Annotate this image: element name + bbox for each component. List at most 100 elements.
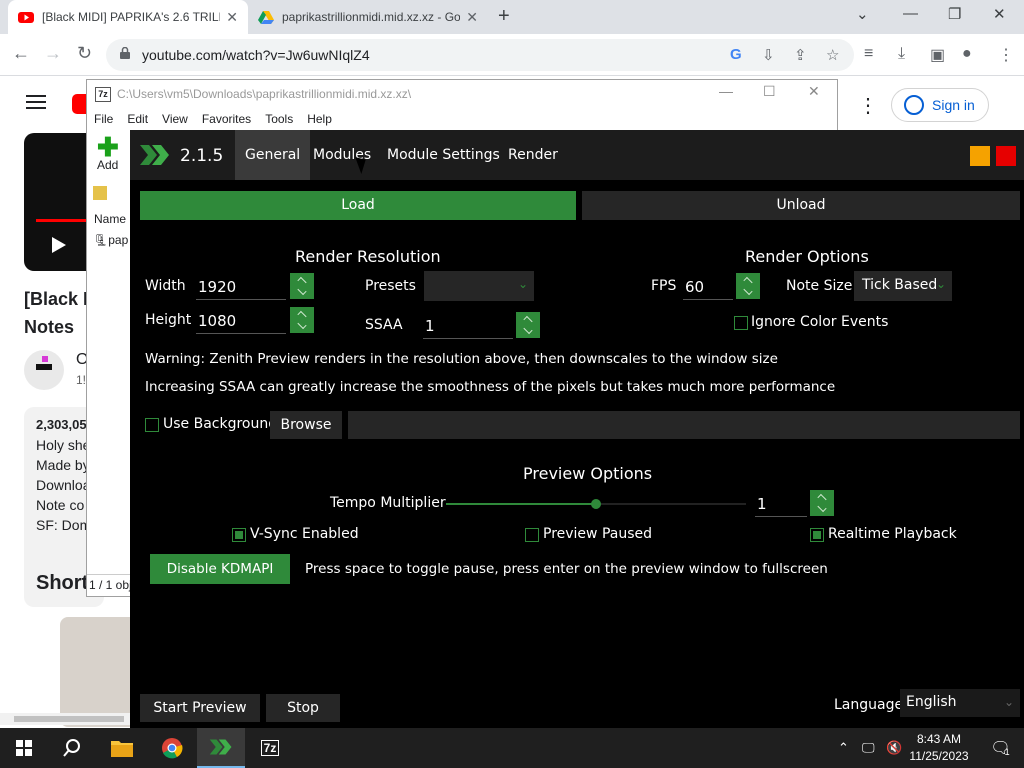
new-tab-icon[interactable]: + — [498, 5, 510, 28]
unload-button[interactable]: Unload — [582, 191, 1020, 220]
horizontal-scrollbar[interactable] — [0, 713, 130, 725]
chevron-up-icon[interactable] — [297, 310, 307, 321]
chevron-up-icon[interactable] — [297, 276, 307, 287]
tempo-stepper[interactable] — [810, 490, 834, 516]
fps-input[interactable]: 60 — [683, 274, 733, 300]
background-path-field[interactable] — [348, 411, 1020, 439]
tab-module-settings[interactable]: Module Settings — [377, 130, 510, 180]
tab-general[interactable]: General — [235, 130, 311, 180]
vsync-label[interactable]: V-Sync Enabled — [250, 526, 359, 542]
language-dropdown[interactable]: English ⌄ — [900, 689, 1020, 717]
folder-up-icon[interactable] — [93, 186, 107, 200]
notification-center-button[interactable]: 🗨 1 — [976, 728, 1024, 768]
scrollbar-thumb[interactable] — [14, 716, 124, 722]
channel-avatar[interactable] — [24, 350, 64, 390]
width-input[interactable]: 1920 — [196, 274, 286, 300]
vsync-checkbox[interactable] — [232, 528, 246, 542]
start-button[interactable] — [0, 728, 48, 768]
browser-tab-drive[interactable]: paprikastrillionmidi.mid.xz.xz - Go ✕ — [248, 0, 488, 34]
close-window-icon[interactable]: ✕ — [993, 5, 1006, 23]
short-thumbnail[interactable] — [60, 617, 130, 727]
height-input[interactable]: 1080 — [196, 308, 286, 334]
chevron-up-icon[interactable] — [743, 276, 753, 287]
close-icon[interactable]: ✕ — [466, 9, 478, 26]
profile-icon[interactable]: ● — [962, 45, 972, 63]
maximize-icon[interactable]: ☐ — [763, 83, 776, 100]
presets-dropdown[interactable]: ⌄ — [424, 271, 534, 301]
more-menu-icon[interactable]: ⋮ — [998, 45, 1014, 65]
add-button[interactable]: ✚ Add — [97, 134, 119, 172]
ssaa-stepper[interactable] — [516, 312, 540, 338]
ssaa-input[interactable]: 1 — [423, 313, 513, 339]
forward-icon[interactable]: → — [44, 43, 62, 64]
realtime-playback-label[interactable]: Realtime Playback — [828, 526, 957, 542]
menu-tools[interactable]: Tools — [258, 110, 300, 130]
tempo-slider-handle[interactable] — [591, 499, 601, 509]
column-header-name[interactable]: Name — [94, 212, 126, 226]
file-row[interactable]: 🗜pap — [93, 233, 128, 247]
chevron-up-icon[interactable]: ⌃ — [838, 740, 849, 756]
sign-in-button[interactable]: Sign in — [891, 88, 989, 122]
more-options-icon[interactable]: ⋮ — [858, 93, 878, 118]
chevron-down-icon[interactable] — [817, 502, 827, 513]
network-icon[interactable]: 🖵 — [862, 740, 875, 756]
reload-icon[interactable]: ↻ — [77, 43, 92, 64]
system-clock[interactable]: 8:43 AM 11/25/2023 — [908, 731, 970, 765]
browse-button[interactable]: Browse — [270, 411, 342, 439]
disable-kdmapi-button[interactable]: Disable KDMAPI — [150, 554, 290, 584]
progress-bar[interactable] — [36, 219, 86, 222]
address-bar[interactable]: youtube.com/watch?v=Jw6uwNIqlZ4 G ⇩ ⇪ ☆ — [106, 39, 854, 71]
back-icon[interactable]: ← — [12, 43, 30, 64]
preview-paused-checkbox[interactable] — [525, 528, 539, 542]
google-lens-icon[interactable]: G — [730, 46, 742, 63]
close-button[interactable] — [996, 146, 1016, 166]
install-icon[interactable]: ⇩ — [762, 46, 775, 64]
start-preview-button[interactable]: Start Preview — [140, 694, 260, 722]
minimize-icon[interactable]: — — [903, 5, 918, 22]
menu-file[interactable]: File — [87, 110, 120, 130]
file-explorer-button[interactable] — [98, 728, 146, 768]
chevron-down-icon[interactable] — [743, 285, 753, 296]
zenith-taskbar-button[interactable] — [197, 728, 245, 768]
menu-view[interactable]: View — [155, 110, 195, 130]
menu-edit[interactable]: Edit — [120, 110, 155, 130]
minimize-icon[interactable]: — — [719, 83, 733, 99]
use-background-checkbox[interactable] — [145, 418, 159, 432]
chrome-button[interactable] — [148, 728, 196, 768]
browser-tab-youtube[interactable]: [Black MIDI] PAPRIKA's 2.6 TRILLI ✕ — [8, 0, 248, 34]
chevron-down-icon[interactable] — [523, 324, 533, 335]
stop-button[interactable]: Stop — [266, 694, 340, 722]
realtime-playback-checkbox[interactable] — [810, 528, 824, 542]
hamburger-menu-icon[interactable] — [26, 95, 46, 109]
download-icon[interactable]: ⤓ — [898, 45, 905, 63]
preview-paused-label[interactable]: Preview Paused — [543, 526, 652, 542]
chevron-up-icon[interactable] — [523, 315, 533, 326]
fps-stepper[interactable] — [736, 273, 760, 299]
video-player[interactable] — [24, 133, 86, 271]
media-queue-icon[interactable]: ≡ — [864, 45, 873, 63]
chevron-down-icon[interactable] — [297, 285, 307, 296]
menu-help[interactable]: Help — [300, 110, 339, 130]
tempo-slider[interactable] — [446, 499, 746, 509]
height-stepper[interactable] — [290, 307, 314, 333]
minimize-button[interactable] — [970, 146, 990, 166]
menu-favorites[interactable]: Favorites — [195, 110, 258, 130]
tempo-input[interactable]: 1 — [755, 491, 807, 517]
tab-render[interactable]: Render — [498, 130, 568, 180]
tab-modules[interactable]: Modules — [303, 130, 381, 180]
chevron-up-icon[interactable] — [817, 493, 827, 504]
close-icon[interactable]: ✕ — [226, 9, 238, 26]
width-stepper[interactable] — [290, 273, 314, 299]
bookmark-star-icon[interactable]: ☆ — [826, 46, 839, 64]
chevron-down-icon[interactable]: ⌄ — [856, 5, 869, 23]
play-icon[interactable] — [52, 237, 66, 253]
sevenzip-taskbar-button[interactable]: 7z — [246, 728, 294, 768]
search-button[interactable] — [48, 728, 96, 768]
load-button[interactable]: Load — [140, 191, 576, 220]
use-background-label[interactable]: Use Background — [163, 416, 277, 432]
side-panel-icon[interactable]: ▣ — [930, 45, 945, 65]
restore-icon[interactable]: ❐ — [948, 5, 961, 23]
volume-muted-icon[interactable]: 🔇 — [886, 740, 902, 756]
close-window-icon[interactable]: ✕ — [808, 83, 820, 100]
chevron-down-icon[interactable] — [297, 319, 307, 330]
